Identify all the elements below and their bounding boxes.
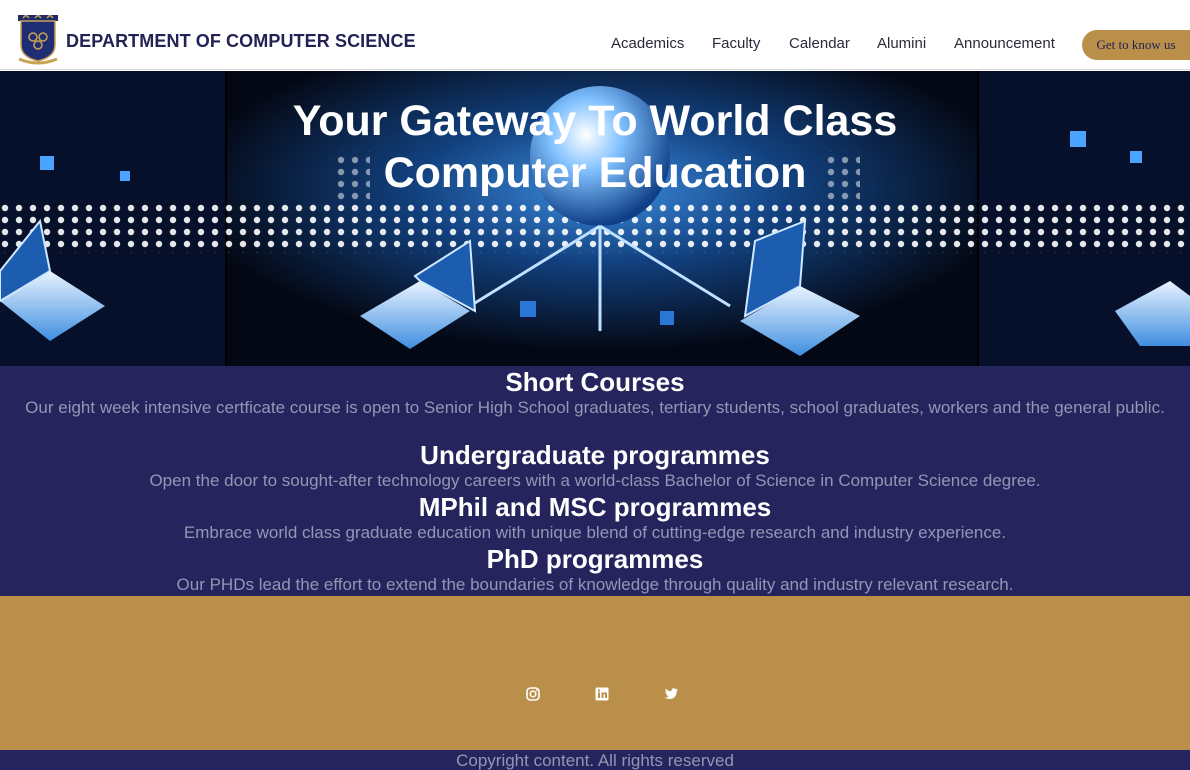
footer (0, 596, 1190, 750)
programmes-section: Short Courses Our eight week intensive c… (0, 366, 1190, 596)
nav-link-announcement[interactable]: Announcement (954, 35, 1055, 52)
nav-link-faculty[interactable]: Faculty (712, 35, 760, 52)
phd-description: Our PHDs lead the effort to extend the b… (176, 575, 1014, 594)
nav-link-calendar[interactable]: Calendar (789, 35, 850, 52)
mphil-msc-heading: MPhil and MSC programmes (418, 492, 772, 522)
phd-heading: PhD programmes (486, 544, 704, 574)
hero-headline-line-1: Your Gateway To World Class (292, 97, 898, 145)
department-name: DEPARTMENT OF COMPUTER SCIENCE (66, 31, 416, 51)
nav-link-academics[interactable]: Academics (611, 35, 684, 52)
hero-headline: Your Gateway To World Class Computer Edu… (0, 95, 1190, 199)
top-navbar: DEPARTMENT OF COMPUTER SCIENCE Academics… (0, 0, 1190, 70)
undergraduate-description: Open the door to sought-after technology… (149, 471, 1041, 490)
get-to-know-us-button[interactable]: Get to know us (1082, 30, 1190, 60)
undergraduate-heading: Undergraduate programmes (420, 440, 770, 470)
nav-link-alumini[interactable]: Alumini (877, 35, 926, 52)
mphil-msc-description: Embrace world class graduate education w… (183, 523, 1007, 542)
instagram-icon[interactable] (525, 686, 541, 702)
short-courses-description: Our eight week intensive certficate cour… (25, 398, 1165, 417)
twitter-icon[interactable] (663, 686, 679, 702)
copyright-bar: Copyright content. All rights reserved (0, 750, 1190, 770)
linkedin-icon[interactable] (594, 686, 610, 702)
university-crest-logo[interactable] (18, 15, 58, 65)
hero-banner: Your Gateway To World Class Computer Edu… (0, 71, 1190, 366)
short-courses-heading: Short Courses (505, 367, 685, 397)
hero-headline-line-2: Computer Education (383, 149, 807, 197)
